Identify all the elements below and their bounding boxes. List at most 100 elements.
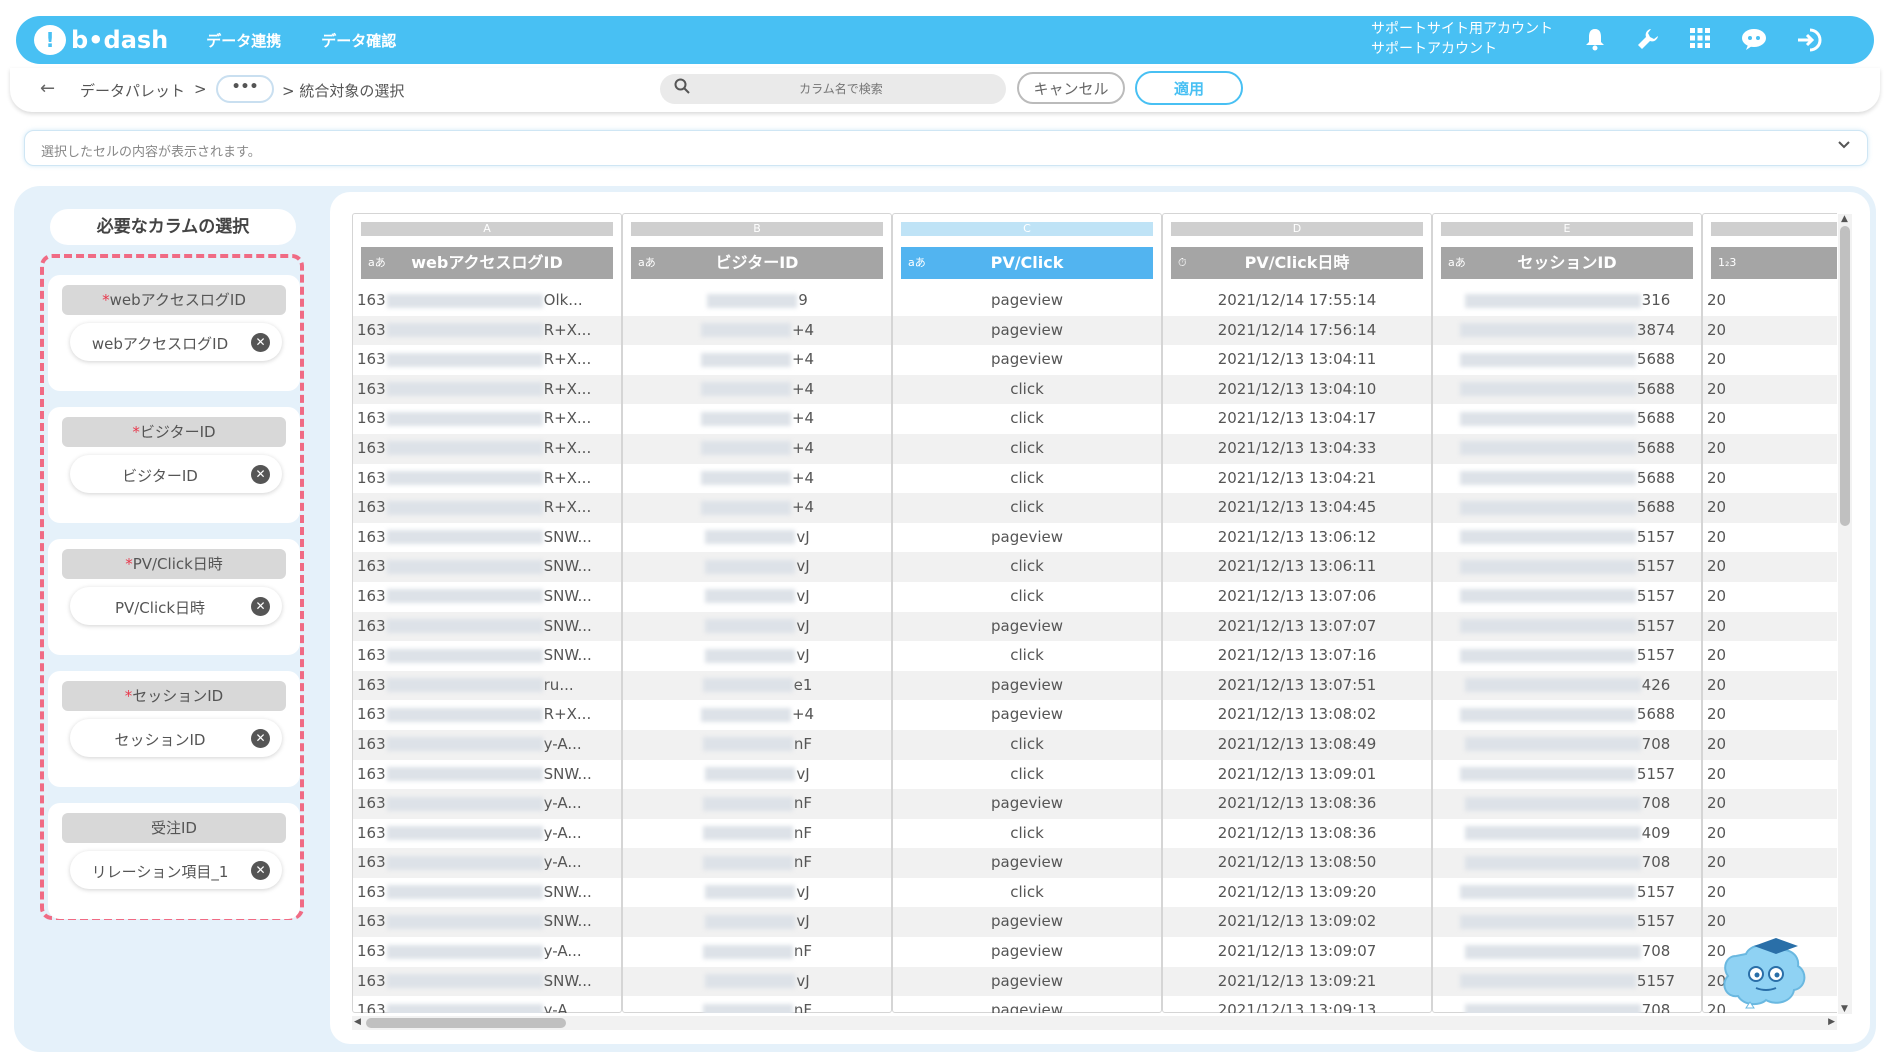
grid-cell[interactable]: 2021/12/13 13:09:13 (1163, 996, 1431, 1013)
grid-cell[interactable]: 163 R+X... (353, 345, 621, 375)
column-header[interactable]: aあ ビジターID (631, 247, 883, 279)
nav-data-integration[interactable]: データ連携 (206, 30, 281, 51)
grid-cell[interactable]: 3874 (1433, 315, 1701, 346)
grid-cell[interactable]: 163 y-A... (353, 848, 621, 878)
grid-cell[interactable]: 20 (1703, 641, 1837, 671)
grid-cell[interactable]: vJ (623, 611, 891, 642)
grid-cell[interactable]: 163 SNW... (353, 523, 621, 553)
grid-cell[interactable]: 20 (1703, 670, 1837, 701)
scroll-up-arrow-icon[interactable]: ▲ (1841, 214, 1848, 224)
grid-cell[interactable]: 5157 (1433, 966, 1701, 997)
grid-cell[interactable]: 20 (1703, 760, 1837, 790)
grid-cell[interactable]: +4 (623, 404, 891, 434)
grid-cell[interactable]: 20 (1703, 819, 1837, 849)
grid-column[interactable]: Eaあ セッションID 316 3874 5688 5688 5688 5688 5688 568… (1432, 213, 1702, 1013)
grid-cell[interactable]: 2021/12/13 13:07:16 (1163, 641, 1431, 671)
column-letter[interactable]: D (1171, 222, 1423, 236)
remove-column-icon[interactable]: ✕ (251, 729, 270, 748)
grid-cell[interactable]: 708 (1433, 937, 1701, 967)
grid-cell[interactable]: pageview (893, 996, 1161, 1013)
grid-cell[interactable]: 20 (1703, 523, 1837, 553)
grid-cell[interactable]: 2021/12/14 17:55:14 (1163, 286, 1431, 316)
column-letter[interactable] (1711, 222, 1837, 236)
remove-column-icon[interactable]: ✕ (251, 333, 270, 352)
logout-icon[interactable] (1796, 27, 1824, 55)
grid-cell[interactable]: click (893, 464, 1161, 494)
column-header[interactable]: aあ セッションID (1441, 247, 1693, 279)
grid-cell[interactable]: click (893, 374, 1161, 405)
grid-cell[interactable]: pageview (893, 670, 1161, 701)
grid-cell[interactable]: 5157 (1433, 582, 1701, 612)
grid-cell[interactable]: vJ (623, 641, 891, 671)
grid-cell[interactable]: 163 y-A... (353, 996, 621, 1013)
grid-cell[interactable]: 20 (1703, 552, 1837, 582)
grid-cell[interactable]: 163 ru... (353, 670, 621, 701)
grid-cell[interactable]: 163 SNW... (353, 760, 621, 790)
grid-cell[interactable]: vJ (623, 523, 891, 553)
grid-cell[interactable]: 9 (623, 286, 891, 316)
grid-cell[interactable]: 163 R+X... (353, 404, 621, 434)
grid-cell[interactable]: e1 (623, 670, 891, 701)
remove-column-icon[interactable]: ✕ (251, 597, 270, 616)
grid-cell[interactable]: 5688 (1433, 404, 1701, 434)
grid-cell[interactable]: pageview (893, 848, 1161, 878)
grid-cell[interactable]: pageview (893, 611, 1161, 642)
grid-cell[interactable]: nF (623, 848, 891, 878)
cell-content-bar[interactable]: 選択したセルの内容が表示されます。 (24, 130, 1868, 166)
grid-cell[interactable]: +4 (623, 433, 891, 464)
grid-cell[interactable]: 2021/12/13 13:08:49 (1163, 729, 1431, 760)
grid-cell[interactable]: vJ (623, 966, 891, 997)
grid-cell[interactable]: vJ (623, 907, 891, 938)
grid-cell[interactable]: vJ (623, 760, 891, 790)
grid-cell[interactable]: 708 (1433, 789, 1701, 819)
grid-cell[interactable]: nF (623, 937, 891, 967)
grid-cell[interactable]: 708 (1433, 729, 1701, 760)
grid-cell[interactable]: 2021/12/13 13:09:07 (1163, 937, 1431, 967)
grid-cell[interactable]: +4 (623, 315, 891, 346)
grid-cell[interactable]: 2021/12/13 13:09:01 (1163, 760, 1431, 790)
grid-cell[interactable]: 5157 (1433, 611, 1701, 642)
grid-cell[interactable]: nF (623, 789, 891, 819)
grid-cell[interactable]: 5688 (1433, 464, 1701, 494)
grid-cell[interactable]: vJ (623, 878, 891, 908)
grid-column[interactable]: Aaあ webアクセスログID 163 Olk... 163 R+X... 163 R+X..… (352, 213, 622, 1013)
account-info[interactable]: サポートサイト用アカウント サポートアカウント (1371, 19, 1553, 59)
column-header[interactable]: aあ PV/Click (901, 247, 1153, 279)
grid-cell[interactable]: 2021/12/13 13:04:17 (1163, 404, 1431, 434)
column-header[interactable]: ⏱ PV/Click日時 (1171, 247, 1423, 279)
grid-cell[interactable]: 5157 (1433, 552, 1701, 582)
grid-cell[interactable]: 163 Olk... (353, 286, 621, 316)
grid-cell[interactable]: 5688 (1433, 374, 1701, 405)
grid-cell[interactable]: 5157 (1433, 760, 1701, 790)
grid-cell[interactable]: nF (623, 729, 891, 760)
grid-cell[interactable]: +4 (623, 700, 891, 730)
grid-column[interactable]: Baあ ビジターID 9 +4 +4 +4 +4 +4 +4 +4 vJ vJ vJ vJ vJ e1 +4 nF… (622, 213, 892, 1013)
support-chat-icon[interactable] (1740, 27, 1768, 55)
grid-cell[interactable]: 163 R+X... (353, 315, 621, 346)
grid-cell[interactable]: 20 (1703, 729, 1837, 760)
scroll-down-arrow-icon[interactable]: ▼ (1841, 1004, 1848, 1014)
grid-cell[interactable]: click (893, 760, 1161, 790)
grid-cell[interactable]: 2021/12/13 13:08:36 (1163, 789, 1431, 819)
column-letter[interactable]: E (1441, 222, 1693, 236)
grid-cell[interactable]: 20 (1703, 878, 1837, 908)
grid-cell[interactable]: click (893, 729, 1161, 760)
grid-cell[interactable]: 20 (1703, 582, 1837, 612)
remove-column-icon[interactable]: ✕ (251, 861, 270, 880)
selected-column-chip[interactable]: ビジターID ✕ (70, 455, 282, 493)
grid-cell[interactable]: +4 (623, 493, 891, 523)
grid-cell[interactable]: 20 (1703, 464, 1837, 494)
grid-cell[interactable]: 163 SNW... (353, 641, 621, 671)
grid-cell[interactable]: +4 (623, 464, 891, 494)
grid-cell[interactable]: 2021/12/13 13:04:10 (1163, 374, 1431, 405)
wrench-icon[interactable] (1634, 27, 1662, 55)
grid-cell[interactable]: +4 (623, 345, 891, 375)
grid-cell[interactable]: click (893, 819, 1161, 849)
grid-cell[interactable]: 2021/12/14 17:56:14 (1163, 315, 1431, 346)
chevron-down-icon[interactable] (1837, 137, 1851, 156)
grid-cell[interactable]: 163 y-A... (353, 789, 621, 819)
grid-cell[interactable]: 20 (1703, 404, 1837, 434)
grid-cell[interactable]: pageview (893, 937, 1161, 967)
grid-cell[interactable]: 5688 (1433, 700, 1701, 730)
grid-cell[interactable]: 2021/12/13 13:07:07 (1163, 611, 1431, 642)
